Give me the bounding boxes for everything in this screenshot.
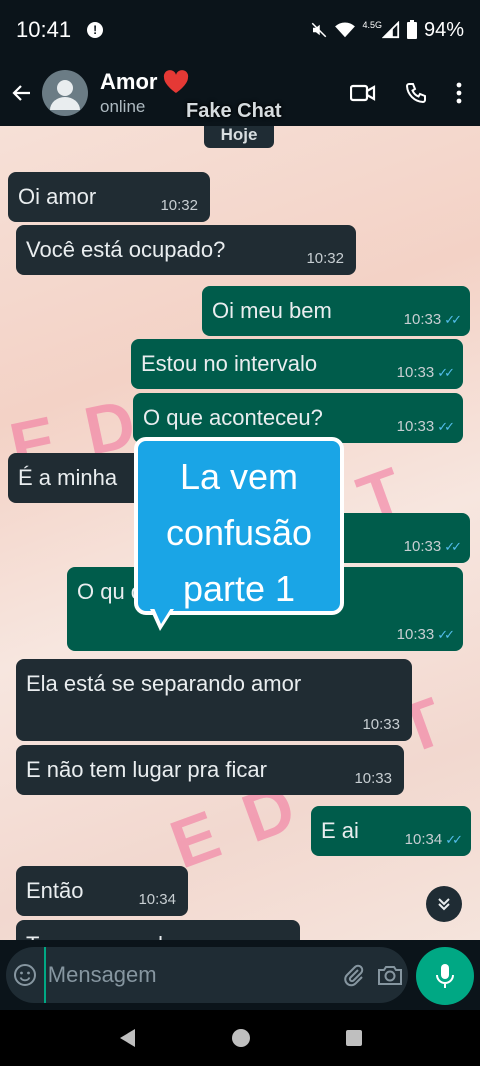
message-text: E não tem lugar pra ficar bbox=[26, 757, 267, 782]
message-time-text: 10:32 bbox=[306, 250, 344, 267]
message-time-text: 10:34 bbox=[138, 891, 176, 908]
contact-status: online bbox=[100, 97, 146, 116]
message-time: 10:33 ✓✓ bbox=[396, 364, 455, 381]
message-text: Tava pensando bbox=[26, 932, 175, 940]
message-time: 10:33 bbox=[362, 716, 400, 733]
date-chip: Hoje bbox=[204, 126, 274, 148]
sticker-line: confusão bbox=[165, 512, 313, 553]
message-time: 10:33 ✓✓ bbox=[403, 311, 462, 328]
message-time: 10:34 bbox=[138, 891, 176, 908]
sticker-overlay: La vem confusão parte 1 bbox=[134, 437, 344, 615]
emoji-icon bbox=[13, 964, 36, 986]
message-text: Ela está se separando amor bbox=[26, 671, 302, 696]
microphone-icon bbox=[436, 964, 454, 988]
nav-recents-icon[interactable] bbox=[345, 1029, 363, 1047]
video-call-icon[interactable] bbox=[350, 83, 376, 103]
person-icon bbox=[50, 80, 80, 110]
message-bubble[interactable]: E ai 10:34 ✓✓ bbox=[311, 806, 471, 856]
status-time: 10:41 bbox=[16, 17, 72, 42]
nav-home-icon[interactable] bbox=[231, 1028, 251, 1048]
camera-icon bbox=[377, 966, 402, 985]
camera-button[interactable] bbox=[372, 964, 408, 986]
battery-level: 94% bbox=[423, 18, 464, 41]
contact-name: Amor bbox=[100, 69, 189, 95]
message-time-text: 10:33 bbox=[403, 538, 442, 555]
message-time-text: 10:33 bbox=[362, 716, 400, 733]
emoji-button[interactable] bbox=[6, 963, 44, 987]
message-bubble[interactable]: Tava pensando bbox=[16, 920, 300, 940]
message-text: É a minha bbox=[18, 465, 118, 490]
sticker-tail-inner bbox=[154, 608, 171, 624]
message-text: Estou no intervalo bbox=[141, 351, 318, 376]
message-bubble[interactable]: Estou no intervalo 10:33 ✓✓ bbox=[131, 339, 463, 389]
composer bbox=[0, 940, 480, 1010]
message-text: O que aconteceu? bbox=[143, 405, 323, 430]
message-bubble[interactable]: Oi meu bem 10:33 ✓✓ bbox=[202, 286, 470, 336]
message-time: 10:33 ✓✓ bbox=[396, 626, 455, 643]
message-bubble[interactable]: E não tem lugar pra ficar 10:33 bbox=[16, 745, 404, 795]
system-nav-bar bbox=[0, 1010, 480, 1066]
double-check-icon: ✓✓ bbox=[437, 364, 455, 380]
contact-info[interactable]: Amor online bbox=[100, 69, 189, 117]
paperclip-icon bbox=[344, 964, 364, 987]
wifi-icon bbox=[335, 22, 356, 38]
message-time-text: 10:33 bbox=[396, 626, 435, 643]
message-bubble[interactable]: Oi amor 10:32 bbox=[8, 172, 210, 222]
double-check-icon: ✓✓ bbox=[437, 626, 455, 642]
battery-icon bbox=[406, 20, 417, 39]
message-text: Oi meu bem bbox=[212, 298, 332, 323]
scroll-down-button[interactable] bbox=[426, 886, 462, 922]
message-time-text: 10:33 bbox=[396, 418, 435, 435]
message-time-text: 10:33 bbox=[403, 311, 442, 328]
phone-icon[interactable] bbox=[404, 81, 428, 105]
message-text: Você está ocupado? bbox=[26, 237, 226, 262]
sticker-line: La vem bbox=[179, 456, 299, 497]
mute-icon bbox=[312, 22, 327, 38]
message-time-text: 10:32 bbox=[160, 197, 198, 214]
double-chevron-down-icon bbox=[438, 898, 450, 911]
message-time: 10:33 ✓✓ bbox=[396, 418, 455, 435]
network-label: 4.5G bbox=[362, 20, 382, 30]
message-text: Oi amor bbox=[18, 184, 97, 209]
double-check-icon: ✓✓ bbox=[444, 538, 462, 554]
more-options-icon[interactable] bbox=[456, 82, 462, 104]
message-bubble[interactable]: Ela está se separando amor 10:33 bbox=[16, 659, 412, 741]
message-bubble[interactable]: Então 10:34 bbox=[16, 866, 188, 916]
back-button[interactable] bbox=[2, 60, 42, 126]
double-check-icon: ✓✓ bbox=[437, 418, 455, 434]
arrow-left-icon bbox=[12, 85, 30, 101]
heart-icon bbox=[164, 70, 189, 93]
fake-chat-overlay: Fake Chat bbox=[186, 100, 282, 122]
mic-button[interactable] bbox=[416, 947, 474, 1005]
contact-name-text: Amor bbox=[100, 69, 158, 94]
attach-button[interactable] bbox=[336, 963, 372, 987]
message-input[interactable] bbox=[43, 947, 336, 1003]
message-text: Então bbox=[26, 878, 84, 903]
double-check-icon: ✓✓ bbox=[445, 831, 463, 847]
signal-icon bbox=[381, 21, 400, 39]
alert-icon: ! bbox=[87, 22, 104, 38]
nav-back-icon[interactable] bbox=[117, 1027, 137, 1049]
double-check-icon: ✓✓ bbox=[444, 311, 462, 327]
avatar[interactable] bbox=[42, 70, 88, 116]
message-composer bbox=[6, 947, 408, 1003]
message-time: 10:33 ✓✓ bbox=[403, 538, 462, 555]
message-bubble[interactable]: Você está ocupado? 10:32 bbox=[16, 225, 356, 275]
message-time-text: 10:34 bbox=[404, 831, 443, 848]
status-bar: 10:41 ! 4.5G 94% bbox=[0, 0, 480, 60]
message-text: E ai bbox=[321, 818, 359, 843]
message-time: 10:32 bbox=[160, 197, 198, 214]
message-time-text: 10:33 bbox=[354, 770, 392, 787]
message-time-text: 10:33 bbox=[396, 364, 435, 381]
header-actions bbox=[350, 81, 462, 105]
message-time: 10:34 ✓✓ bbox=[404, 831, 463, 848]
message-time: 10:32 bbox=[306, 250, 344, 267]
status-icons: 4.5G 94% bbox=[310, 19, 464, 42]
message-bubble[interactable]: O que aconteceu? 10:33 ✓✓ bbox=[133, 393, 463, 443]
message-time: 10:33 bbox=[354, 770, 392, 787]
